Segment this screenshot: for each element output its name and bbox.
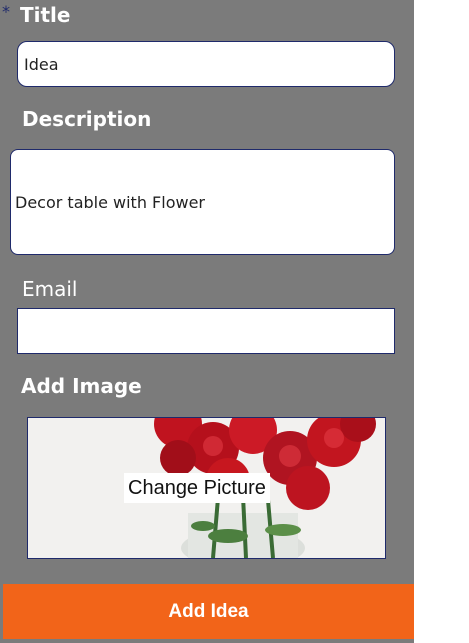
email-input[interactable] <box>17 308 395 354</box>
required-marker: * <box>2 2 10 21</box>
add-idea-button[interactable]: Add Idea <box>3 584 414 639</box>
description-label: Description <box>22 107 152 131</box>
add-image-label: Add Image <box>21 374 142 398</box>
title-label: Title <box>20 3 71 27</box>
email-label: Email <box>22 277 78 301</box>
title-input[interactable]: Idea <box>17 41 395 87</box>
description-input-value: Decor table with Flower <box>15 192 205 212</box>
change-picture-button[interactable]: Change Picture <box>124 473 270 503</box>
description-input[interactable]: Decor table with Flower <box>10 149 395 255</box>
title-input-value: Idea <box>24 54 59 74</box>
